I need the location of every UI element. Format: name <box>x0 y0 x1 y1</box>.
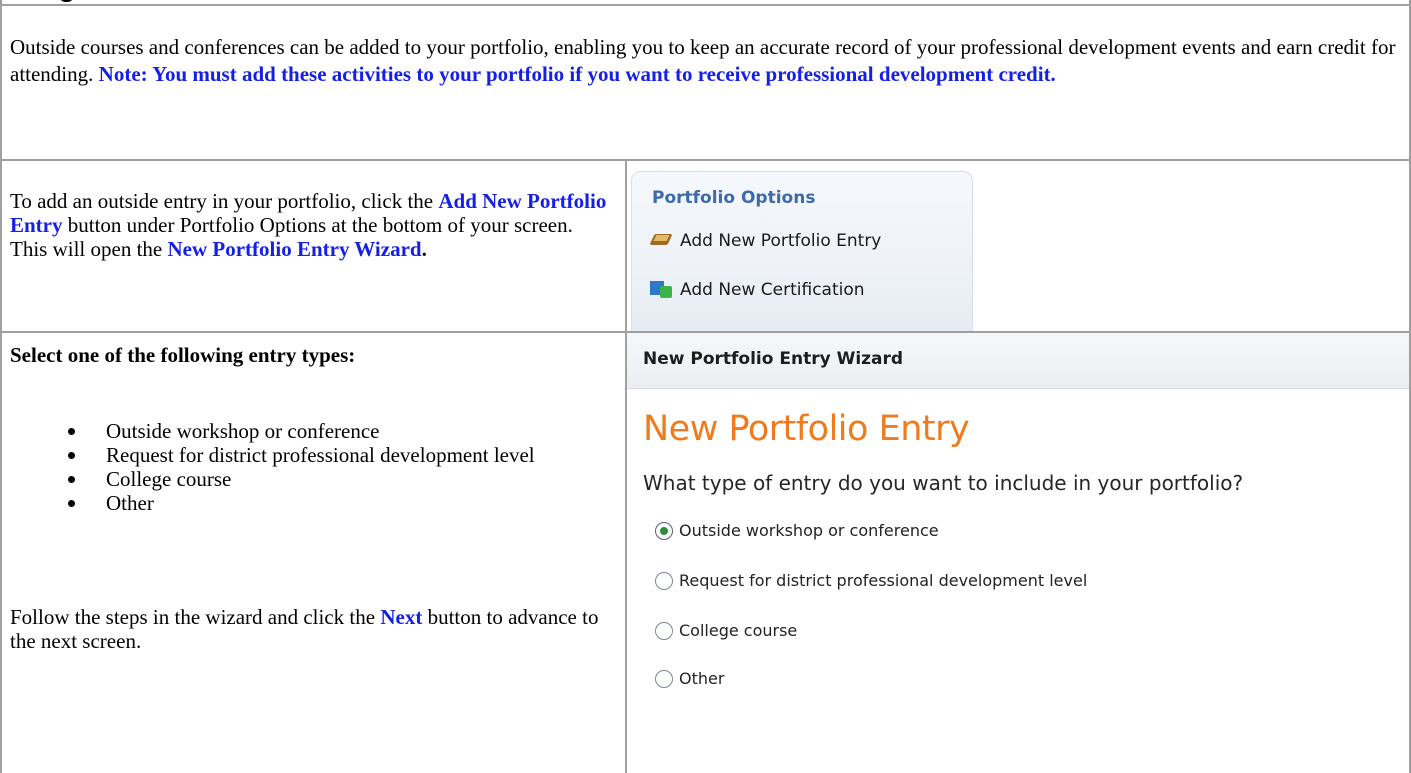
option-label: Outside workshop or conference <box>679 521 939 540</box>
book-icon <box>650 231 672 249</box>
intro-section: Outside courses and conferences can be a… <box>0 4 1411 161</box>
option-label: Request for district professional develo… <box>679 571 1088 590</box>
add-new-certification-label: Add New Certification <box>680 280 865 300</box>
wizard-header-title: New Portfolio Entry Wizard <box>643 349 904 369</box>
entry-types-heading: Select one of the following entry types: <box>10 343 356 367</box>
radio-selected-icon[interactable] <box>655 521 673 540</box>
wizard-question: What type of entry do you want to includ… <box>643 471 1244 495</box>
follow-steps-text: Follow the steps in the wizard and click… <box>10 605 614 653</box>
add-new-portfolio-entry-label: Add New Portfolio Entry <box>680 231 882 251</box>
option-request-district-level[interactable]: Request for district professional develo… <box>655 571 1087 590</box>
option-label: Other <box>679 669 725 688</box>
follow-text-1: Follow the steps in the wizard and click… <box>10 605 381 629</box>
add-new-portfolio-entry-button[interactable]: Add New Portfolio Entry <box>650 231 881 251</box>
entry-types-instructions-cell: Select one of the following entry types:… <box>2 333 627 773</box>
instruction-text-3: This will open the <box>10 237 168 261</box>
list-item: College course <box>68 467 608 491</box>
list-item: Request for district professional develo… <box>68 443 608 467</box>
intro-paragraph: Outside courses and conferences can be a… <box>10 34 1402 88</box>
instruction-text-2: button under Portfolio Options at the bo… <box>62 213 573 237</box>
entry-types-list: Outside workshop or conference Request f… <box>68 419 608 515</box>
option-college-course[interactable]: College course <box>655 621 797 640</box>
list-item: Other <box>68 491 608 515</box>
next-button-ref: Next <box>380 605 423 629</box>
wizard-name-ref: New Portfolio Entry Wizard <box>167 237 422 261</box>
radio-unselected-icon[interactable] <box>655 571 673 590</box>
instruction-text-1: To add an outside entry in your portfoli… <box>10 189 439 213</box>
add-entry-instructions-cell: To add an outside entry in your portfoli… <box>2 161 627 331</box>
radio-unselected-icon[interactable] <box>655 669 673 688</box>
certification-icon <box>650 280 672 298</box>
option-outside-workshop[interactable]: Outside workshop or conference <box>655 521 939 540</box>
wizard-header: New Portfolio Entry Wizard <box>627 333 1409 389</box>
add-entry-section: To add an outside entry in your portfoli… <box>0 159 1411 333</box>
instruction-period: . <box>421 237 427 261</box>
add-entry-instructions: To add an outside entry in your portfoli… <box>10 189 614 261</box>
portfolio-options-screenshot-cell: Portfolio Options Add New Portfolio Entr… <box>627 161 1409 333</box>
radio-unselected-icon[interactable] <box>655 621 673 640</box>
new-portfolio-entry-wizard: New Portfolio Entry Wizard New Portfolio… <box>627 333 1409 773</box>
intro-note: Note: You must add these activities to y… <box>98 62 1056 86</box>
option-label: College course <box>679 621 798 640</box>
wizard-title: New Portfolio Entry <box>643 409 970 449</box>
entry-types-section: Select one of the following entry types:… <box>0 331 1411 773</box>
portfolio-options-panel: Portfolio Options Add New Portfolio Entr… <box>631 171 973 333</box>
option-other[interactable]: Other <box>655 669 724 688</box>
list-item: Outside workshop or conference <box>68 419 608 443</box>
add-new-certification-button[interactable]: Add New Certification <box>650 280 865 300</box>
portfolio-options-title: Portfolio Options <box>652 188 816 208</box>
